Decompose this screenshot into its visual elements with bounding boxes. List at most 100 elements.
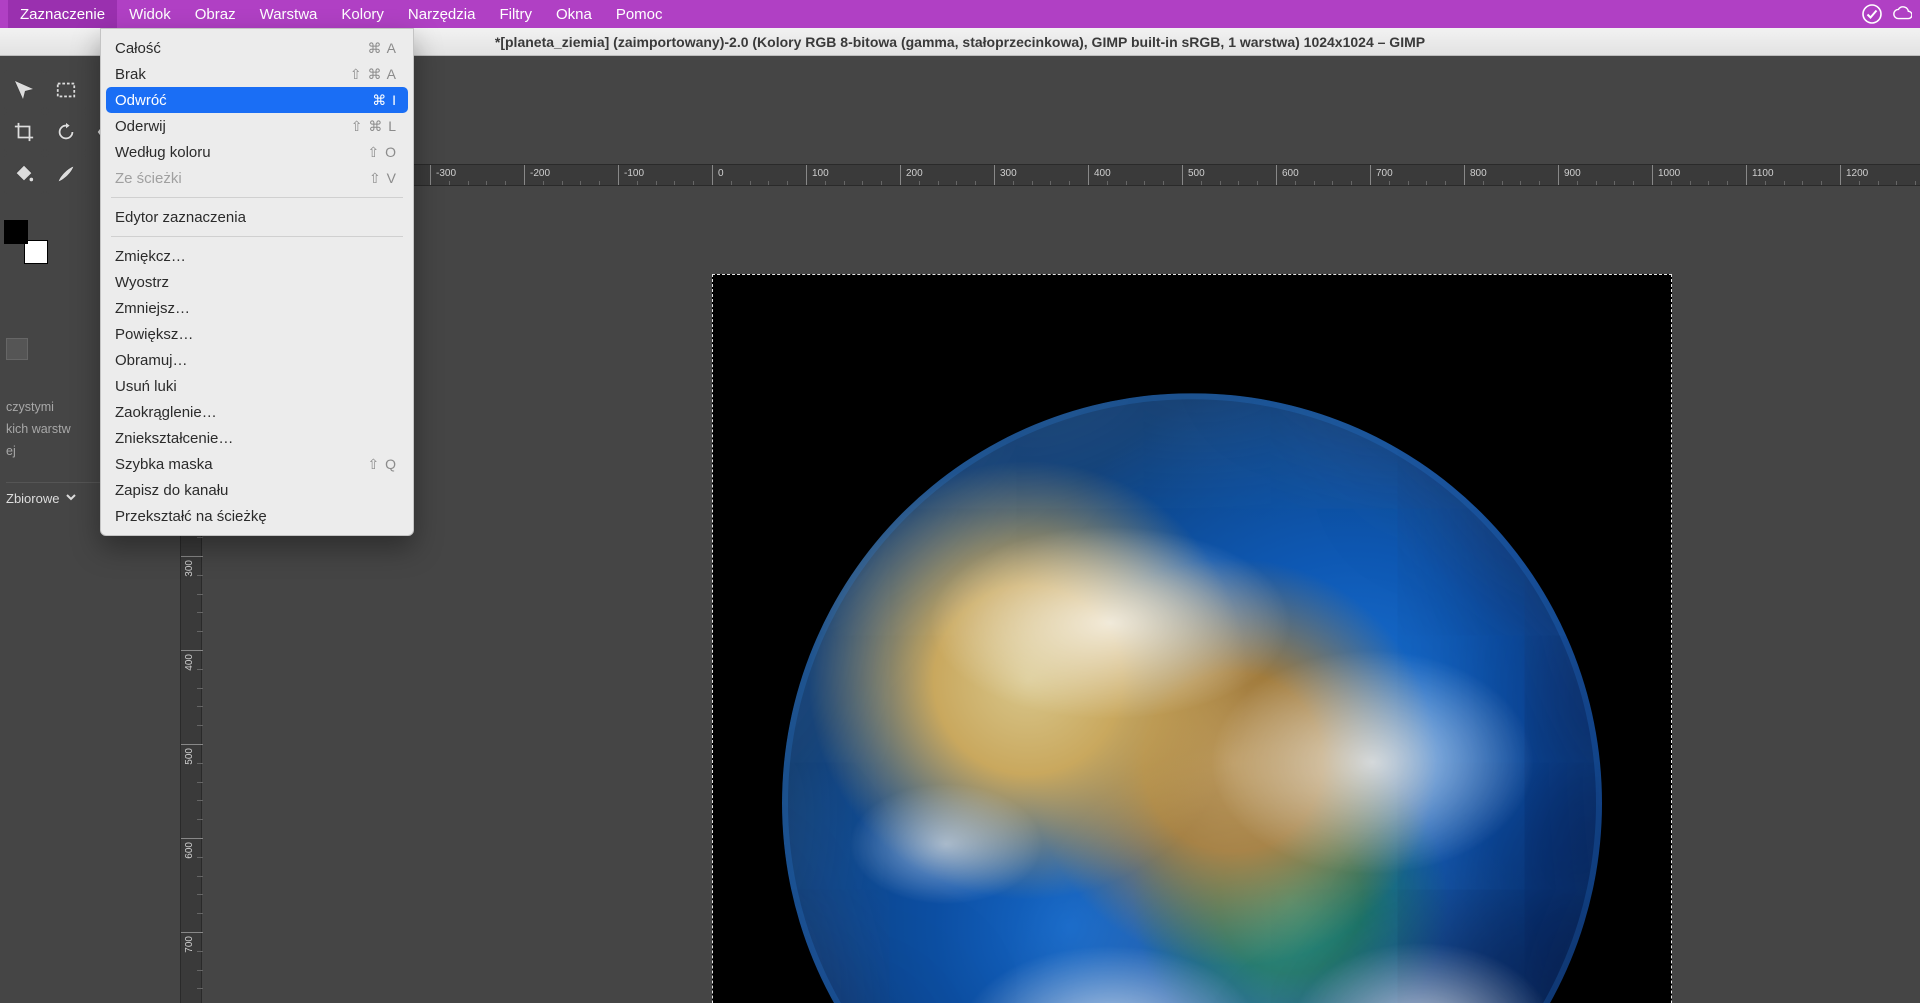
menu-item-label: Szybka maska (115, 456, 367, 473)
menu-item-label: Całość (115, 40, 368, 57)
menubar-status-area (1862, 4, 1912, 24)
foreground-color-swatch[interactable] (4, 220, 28, 244)
ruler-label: 1000 (1658, 168, 1680, 179)
menu-item-powiększ[interactable]: Powiększ… (101, 321, 413, 347)
menu-label: Obraz (195, 6, 236, 23)
menu-item-zapisz-do-kanału[interactable]: Zapisz do kanału (101, 477, 413, 503)
ruler-label: 0 (718, 168, 724, 179)
menu-item-label: Zmiękcz… (115, 248, 397, 265)
cloud-status-icon (1892, 4, 1912, 24)
tool-bucket-fill[interactable] (4, 154, 44, 194)
ruler-label: 300 (1000, 168, 1017, 179)
tool-options-icon (6, 338, 28, 360)
menu-item-shortcut: ⌘ I (372, 92, 397, 109)
ruler-label: 100 (812, 168, 829, 179)
tool-crop[interactable] (4, 112, 44, 152)
menu-item-oderwij[interactable]: Oderwij⇧ ⌘ L (101, 113, 413, 139)
menu-item-label: Zmniejsz… (115, 300, 397, 317)
menu-item-ze-ścieżki: Ze ścieżki⇧ V (101, 165, 413, 191)
menu-item-wyostrz[interactable]: Wyostrz (101, 269, 413, 295)
tool-rotate[interactable] (46, 112, 86, 152)
menu-item-label: Odwróć (115, 92, 372, 109)
menu-item-shortcut: ⇧ ⌘ L (351, 118, 397, 135)
ruler-label: 1100 (1752, 168, 1774, 179)
ruler-label: 400 (1094, 168, 1111, 179)
menu-label: Filtry (499, 6, 532, 23)
menu-label: Warstwa (260, 6, 318, 23)
ruler-label: -300 (436, 168, 456, 179)
menu-item-odwróć[interactable]: Odwróć⌘ I (106, 87, 408, 113)
canvas-image[interactable] (712, 274, 1672, 1003)
menu-item-label: Usuń luki (115, 378, 397, 395)
menu-item-przekształć-na-ścieżkę[interactable]: Przekształć na ścieżkę (101, 503, 413, 529)
menu-label: Pomoc (616, 6, 663, 23)
menu-label: Kolory (341, 6, 384, 23)
menu-item-zaokrąglenie[interactable]: Zaokrąglenie… (101, 399, 413, 425)
ruler-label: 1200 (1846, 168, 1868, 179)
menu-item-według-koloru[interactable]: Według koloru⇧ O (101, 139, 413, 165)
horizontal-ruler[interactable]: -300-200-1000100200300400500600700800900… (202, 164, 1920, 186)
menu-item-label: Ze ścieżki (115, 170, 369, 187)
menu-item-label: Brak (115, 66, 350, 83)
menu-item-szybka-maska[interactable]: Szybka maska⇧ Q (101, 451, 413, 477)
ruler-label: 500 (1188, 168, 1205, 179)
menu-item-brak[interactable]: Brak⇧ ⌘ A (101, 61, 413, 87)
ruler-label: -200 (530, 168, 550, 179)
menu-widok[interactable]: Widok (117, 0, 183, 28)
foreground-background-colors[interactable] (4, 220, 48, 264)
menu-item-label: Edytor zaznaczenia (115, 209, 397, 226)
menu-item-obramuj[interactable]: Obramuj… (101, 347, 413, 373)
ruler-label: 400 (184, 654, 195, 671)
menu-item-shortcut: ⇧ V (369, 170, 397, 187)
menu-item-shortcut: ⇧ Q (367, 456, 397, 473)
ruler-label: 600 (184, 842, 195, 859)
chevron-down-icon (65, 491, 77, 506)
menu-item-zmniejsz[interactable]: Zmniejsz… (101, 295, 413, 321)
tool-paintbrush[interactable] (46, 154, 86, 194)
ruler-label: 300 (184, 560, 195, 577)
ruler-label: 800 (1470, 168, 1487, 179)
ruler-label: 700 (184, 936, 195, 953)
menu-item-zmiękcz[interactable]: Zmiękcz… (101, 243, 413, 269)
ruler-label: -100 (624, 168, 644, 179)
menu-okna[interactable]: Okna (544, 0, 604, 28)
menu-item-label: Obramuj… (115, 352, 397, 369)
menu-label: Okna (556, 6, 592, 23)
canvas-workspace: -300-200-1000100200300400500600700800900… (180, 56, 1920, 1003)
ruler-label: 600 (1282, 168, 1299, 179)
ruler-label: 500 (184, 748, 195, 765)
menu-separator (111, 236, 403, 237)
menu-label: Zaznaczenie (20, 6, 105, 23)
menu-item-label: Zniekształcenie… (115, 430, 397, 447)
tool-rectangle-select[interactable] (46, 70, 86, 110)
canvas-viewport[interactable] (202, 186, 1920, 1003)
checkmark-status-icon (1862, 4, 1882, 24)
menu-obraz[interactable]: Obraz (183, 0, 248, 28)
menu-pomoc[interactable]: Pomoc (604, 0, 675, 28)
menu-item-label: Według koloru (115, 144, 367, 161)
menu-item-label: Powiększ… (115, 326, 397, 343)
menu-filtry[interactable]: Filtry (487, 0, 544, 28)
menu-item-edytor-zaznaczenia[interactable]: Edytor zaznaczenia (101, 204, 413, 230)
menu-item-label: Oderwij (115, 118, 351, 135)
menu-label: Widok (129, 6, 171, 23)
ruler-label: 200 (906, 168, 923, 179)
menu-warstwa[interactable]: Warstwa (248, 0, 330, 28)
menu-item-label: Wyostrz (115, 274, 397, 291)
menu-item-zniekształcenie[interactable]: Zniekształcenie… (101, 425, 413, 451)
menu-item-shortcut: ⇧ O (367, 144, 397, 161)
menu-item-usuń-luki[interactable]: Usuń luki (101, 373, 413, 399)
window-title: *[planeta_ziemia] (zaimportowany)-2.0 (K… (495, 34, 1425, 50)
earth-image (782, 393, 1602, 1003)
tool-move[interactable] (4, 70, 44, 110)
menu-kolory[interactable]: Kolory (329, 0, 396, 28)
ruler-label: 700 (1376, 168, 1393, 179)
menu-narzedzia[interactable]: Narzędzia (396, 0, 488, 28)
zbiorowe-label: Zbiorowe (6, 491, 59, 506)
menu-item-całość[interactable]: Całość⌘ A (101, 35, 413, 61)
menu-zaznaczenie[interactable]: Zaznaczenie (8, 0, 117, 28)
menu-item-label: Zapisz do kanału (115, 482, 397, 499)
zaznaczenie-dropdown: Całość⌘ ABrak⇧ ⌘ AOdwróć⌘ IOderwij⇧ ⌘ LW… (100, 28, 414, 536)
menu-separator (111, 197, 403, 198)
menu-item-label: Przekształć na ścieżkę (115, 508, 397, 525)
